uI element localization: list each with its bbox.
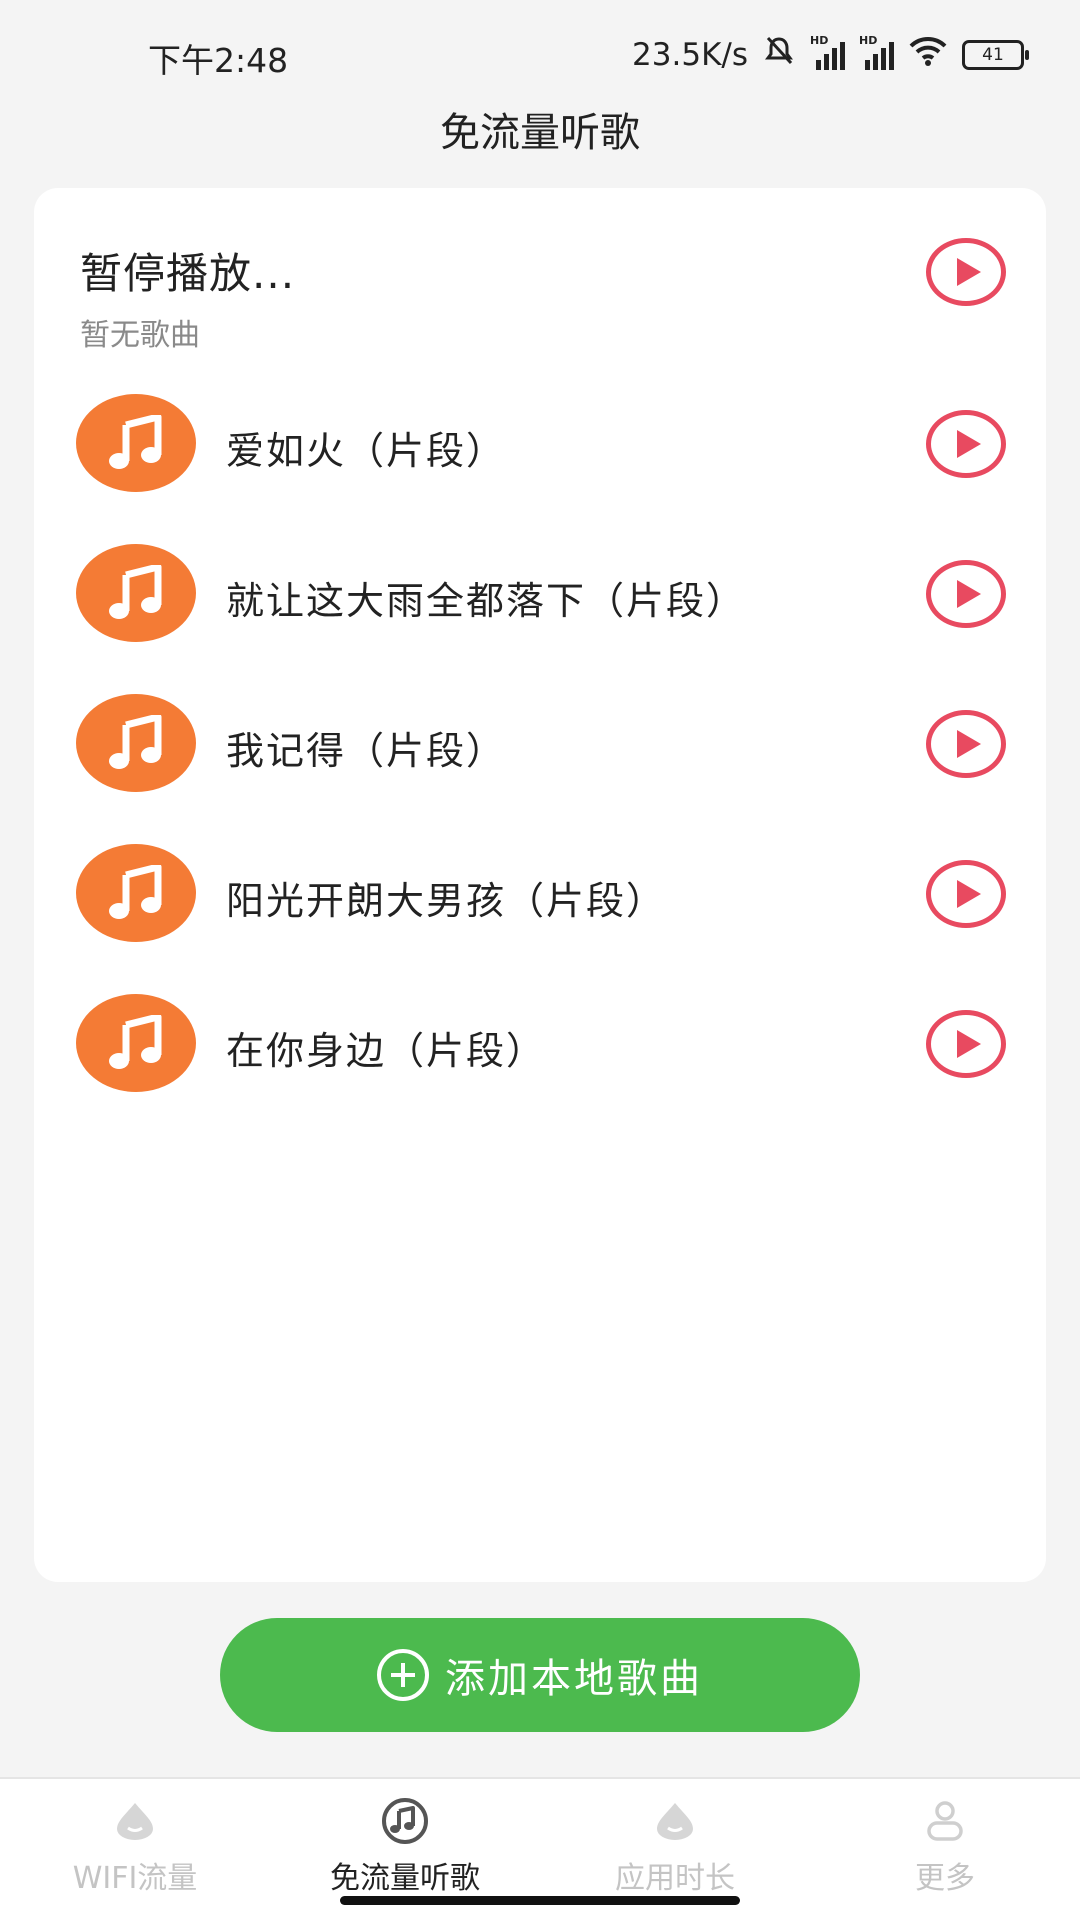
play-icon xyxy=(957,730,981,758)
signal-2-icon: HD xyxy=(859,34,894,70)
song-title: 我记得（片段） xyxy=(226,729,507,773)
song-row[interactable]: 我记得（片段） xyxy=(34,694,1046,794)
song-title: 在你身边（片段） xyxy=(226,1029,547,1073)
status-bar: 下午2:48 23.5K/s HD HD 41 xyxy=(0,0,1080,110)
play-icon xyxy=(957,880,981,908)
song-list-card: 暂停播放... 暂无歌曲 爱如火（片段） 就让这大雨全都落下（片段） 我记得（片… xyxy=(34,188,1046,1582)
play-icon xyxy=(957,430,981,458)
mute-bell-icon xyxy=(762,34,796,76)
music-note-icon xyxy=(76,844,196,942)
music-note-icon xyxy=(375,1797,435,1845)
tab-label: 更多 xyxy=(915,1861,975,1896)
music-note-icon xyxy=(76,694,196,792)
song-play-button[interactable] xyxy=(926,710,1006,778)
signal-1-icon: HD xyxy=(810,34,845,70)
song-title: 爱如火（片段） xyxy=(226,429,507,473)
music-note-icon xyxy=(76,394,196,492)
now-playing-play-button[interactable] xyxy=(926,238,1006,306)
play-icon xyxy=(957,1030,981,1058)
status-time: 下午2:48 xyxy=(148,41,289,80)
song-play-button[interactable] xyxy=(926,410,1006,478)
tab-free-music[interactable]: 免流量听歌 xyxy=(270,1797,540,1897)
now-playing-subtitle: 暂无歌曲 xyxy=(80,318,200,353)
play-icon xyxy=(957,580,981,608)
tab-label: 免流量听歌 xyxy=(330,1861,480,1896)
song-row[interactable]: 在你身边（片段） xyxy=(34,994,1046,1094)
tab-app-usage[interactable]: 应用时长 xyxy=(540,1797,810,1897)
person-icon xyxy=(915,1797,975,1845)
song-row[interactable]: 就让这大雨全都落下（片段） xyxy=(34,544,1046,644)
page-title: 免流量听歌 xyxy=(440,110,640,156)
music-note-icon xyxy=(76,544,196,642)
drop-icon xyxy=(105,1797,165,1845)
tab-label: 应用时长 xyxy=(615,1861,735,1896)
home-indicator[interactable] xyxy=(340,1896,740,1905)
now-playing-status: 暂停播放... xyxy=(80,249,296,298)
music-note-icon xyxy=(76,994,196,1092)
tab-wifi-traffic[interactable]: WIFI流量 xyxy=(0,1797,270,1897)
song-play-button[interactable] xyxy=(926,860,1006,928)
song-play-button[interactable] xyxy=(926,560,1006,628)
network-speed: 23.5K/s xyxy=(632,37,748,73)
wifi-icon xyxy=(908,36,948,74)
battery-icon: 41 xyxy=(962,40,1029,70)
add-local-songs-label: 添加本地歌曲 xyxy=(445,1656,703,1702)
song-row[interactable]: 阳光开朗大男孩（片段） xyxy=(34,844,1046,944)
drop-icon xyxy=(645,1797,705,1845)
song-title: 就让这大雨全都落下（片段） xyxy=(226,579,747,623)
tab-more[interactable]: 更多 xyxy=(810,1797,1080,1897)
add-local-songs-button[interactable]: 添加本地歌曲 xyxy=(220,1618,860,1732)
song-title: 阳光开朗大男孩（片段） xyxy=(226,879,667,923)
play-icon xyxy=(957,258,981,286)
status-icons: 23.5K/s HD HD 41 xyxy=(632,34,1029,76)
song-play-button[interactable] xyxy=(926,1010,1006,1078)
song-row[interactable]: 爱如火（片段） xyxy=(34,394,1046,494)
tab-label: WIFI流量 xyxy=(72,1861,198,1896)
plus-circle-icon xyxy=(377,1649,429,1701)
